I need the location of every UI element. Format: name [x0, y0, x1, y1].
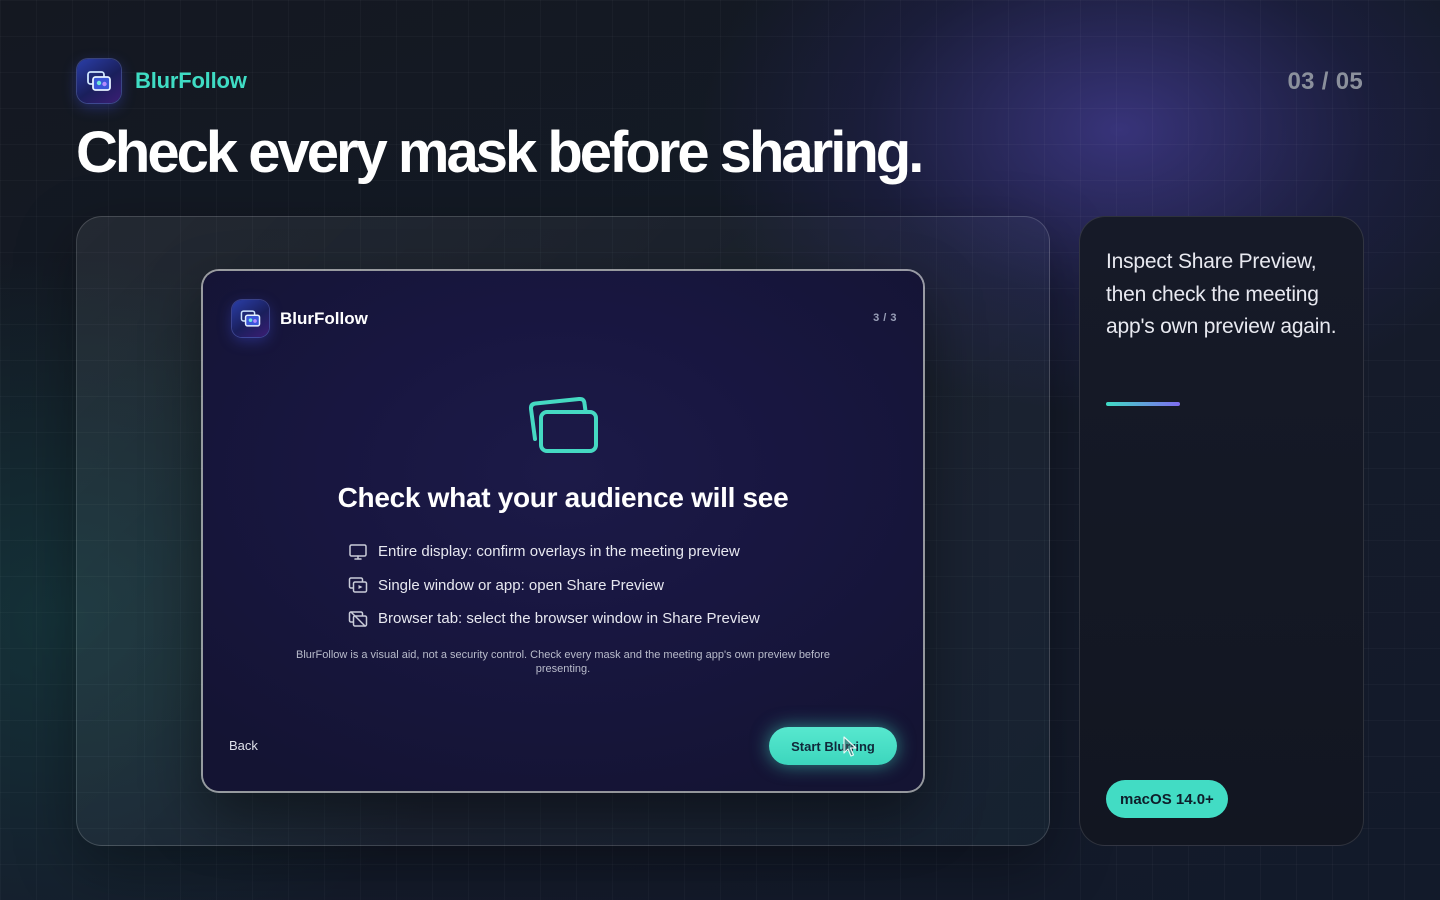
window-brand: BlurFollow — [232, 300, 368, 337]
list-item-text: Entire display: confirm overlays in the … — [378, 543, 740, 561]
os-requirement-badge: macOS 14.0+ — [1106, 780, 1228, 818]
app-logo-icon — [232, 300, 269, 337]
list-item-text: Single window or app: open Share Preview — [378, 576, 665, 594]
mouse-pointer-icon — [843, 736, 857, 757]
page-counter: 03 / 05 — [1287, 68, 1363, 95]
window-share-icon — [348, 577, 368, 593]
page-title: Check every mask before sharing. — [76, 120, 924, 185]
checklist: Entire display: confirm overlays in the … — [348, 535, 760, 636]
browser-tab-icon — [348, 611, 368, 627]
app-logo-icon — [77, 59, 121, 103]
window-brand-name: BlurFollow — [280, 308, 368, 328]
app-window: BlurFollow 3 / 3 Check what your audienc… — [203, 271, 923, 791]
display-icon — [349, 544, 367, 560]
brand-name: BlurFollow — [135, 68, 247, 93]
list-item-text: Browser tab: select the browser window i… — [378, 610, 760, 628]
brand: BlurFollow — [77, 59, 247, 103]
list-item: Browser tab: select the browser window i… — [348, 602, 760, 636]
start-blurring-button[interactable]: Start Blurring — [769, 727, 897, 765]
step-indicator: 3 / 3 — [873, 312, 897, 324]
disclaimer: BlurFollow is a visual aid, not a securi… — [295, 649, 831, 675]
side-panel: Inspect Share Preview, then check the me… — [1079, 216, 1364, 846]
list-item: Entire display: confirm overlays in the … — [348, 535, 760, 569]
accent-divider — [1106, 402, 1180, 406]
back-button[interactable]: Back — [229, 738, 258, 753]
side-panel-text: Inspect Share Preview, then check the me… — [1106, 250, 1337, 338]
overlapping-windows-icon — [528, 396, 598, 453]
window-title: Check what your audience will see — [337, 482, 789, 513]
list-item: Single window or app: open Share Preview — [348, 569, 760, 603]
